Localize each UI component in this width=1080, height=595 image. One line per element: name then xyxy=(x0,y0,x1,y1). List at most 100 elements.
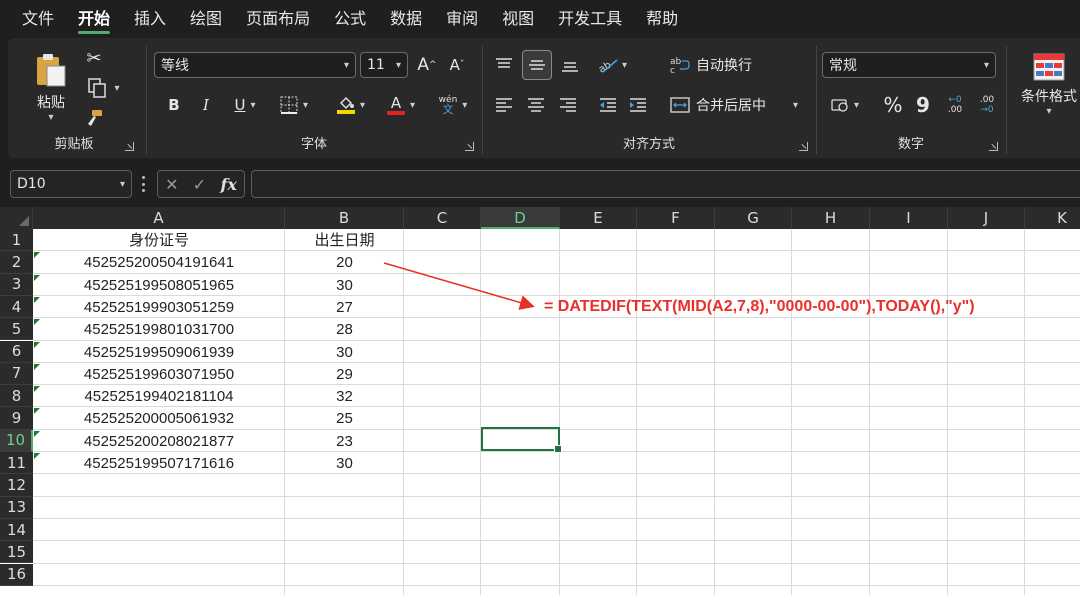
formula-input[interactable] xyxy=(251,170,1080,198)
id-cell[interactable]: 452525199509061939 xyxy=(33,343,285,363)
underline-button[interactable]: U ▾ xyxy=(226,92,264,118)
row-header-5[interactable]: 5 xyxy=(0,318,33,341)
id-cell[interactable]: 452525199603071950 xyxy=(33,365,285,385)
wrap-text-button[interactable]: ab c 自动换行 xyxy=(670,52,760,78)
value-cell[interactable]: 30 xyxy=(285,454,404,474)
row-header-3[interactable]: 3 xyxy=(0,273,33,296)
middle-align-icon[interactable] xyxy=(522,50,552,80)
column-header-j[interactable]: J xyxy=(948,207,1025,229)
id-cell[interactable]: 452525199402181104 xyxy=(33,387,285,407)
row-header-13[interactable]: 13 xyxy=(0,496,33,519)
tab-help[interactable]: 帮助 xyxy=(634,0,690,38)
row-header-10[interactable]: 10 xyxy=(0,429,33,452)
font-launcher-icon[interactable] xyxy=(465,142,474,151)
grow-font-icon[interactable]: A ^ xyxy=(414,52,440,78)
row-header-16[interactable]: 16 xyxy=(0,563,33,586)
column-header-k[interactable]: K xyxy=(1025,207,1080,229)
bottom-align-icon[interactable] xyxy=(558,52,582,78)
value-cell[interactable]: 32 xyxy=(285,387,404,407)
number-launcher-icon[interactable] xyxy=(989,142,998,151)
value-cell[interactable]: 25 xyxy=(285,409,404,429)
value-cell[interactable]: 30 xyxy=(285,276,404,296)
row-header-1[interactable]: 1 xyxy=(0,229,33,252)
row-header-7[interactable]: 7 xyxy=(0,362,33,386)
row-header-12[interactable]: 12 xyxy=(0,474,33,497)
id-cell[interactable]: 452525199508051965 xyxy=(33,276,285,296)
cut-icon[interactable]: ✂ xyxy=(82,46,106,70)
merge-center-button[interactable]: 合并后居中 ▾ xyxy=(670,92,804,118)
error-indicator-icon[interactable] xyxy=(34,296,40,303)
row-header-11[interactable]: 11 xyxy=(0,452,33,475)
id-cell[interactable]: 452525199801031700 xyxy=(33,320,285,340)
number-format-select[interactable]: 常规 ▾ xyxy=(822,52,996,78)
accounting-format-button[interactable]: ▾ xyxy=(824,92,866,118)
error-indicator-icon[interactable] xyxy=(34,274,40,281)
row-header-14[interactable]: 14 xyxy=(0,518,33,542)
increase-indent-icon[interactable] xyxy=(626,92,650,118)
align-right-icon[interactable] xyxy=(556,92,580,118)
cancel-icon[interactable]: ✕ xyxy=(165,175,178,194)
row-header-8[interactable]: 8 xyxy=(0,385,33,408)
shrink-font-icon[interactable]: Aˇ xyxy=(444,52,470,78)
row-header-9[interactable]: 9 xyxy=(0,407,33,430)
id-cell[interactable]: 452525200208021877 xyxy=(33,432,285,452)
value-cell[interactable]: 23 xyxy=(285,432,404,452)
copy-button[interactable]: ▾ xyxy=(80,76,128,100)
tab-page-layout[interactable]: 页面布局 xyxy=(234,0,322,38)
tab-developer[interactable]: 开发工具 xyxy=(546,0,634,38)
column-header-i[interactable]: I xyxy=(870,207,948,229)
error-indicator-icon[interactable] xyxy=(34,319,40,326)
error-indicator-icon[interactable] xyxy=(34,341,40,348)
align-left-icon[interactable] xyxy=(492,92,516,118)
conditional-formatting-button[interactable]: 条件格式 ▾ xyxy=(1014,46,1080,122)
fill-color-button[interactable]: ▾ xyxy=(330,92,372,118)
formula-bar-grip-icon[interactable] xyxy=(141,176,145,192)
column-header-g[interactable]: G xyxy=(715,207,792,229)
phonetic-guide-button[interactable]: wén 文 ▾ xyxy=(432,92,474,118)
top-align-icon[interactable] xyxy=(492,52,516,78)
format-painter-button[interactable] xyxy=(82,106,106,130)
column-header-f[interactable]: F xyxy=(637,207,715,229)
tab-formulas[interactable]: 公式 xyxy=(322,0,378,38)
tab-view[interactable]: 视图 xyxy=(490,0,546,38)
name-box[interactable]: D10 ▾ xyxy=(10,170,132,198)
active-cell-border[interactable] xyxy=(481,427,562,453)
percent-icon[interactable]: % xyxy=(880,92,906,118)
bold-icon[interactable]: B xyxy=(162,92,186,118)
tab-home[interactable]: 开始 xyxy=(66,0,122,38)
row-header-6[interactable]: 6 xyxy=(0,340,33,363)
tab-data[interactable]: 数据 xyxy=(378,0,434,38)
error-indicator-icon[interactable] xyxy=(34,252,40,259)
row-header-2[interactable]: 2 xyxy=(0,251,33,274)
font-color-button[interactable]: A ▾ xyxy=(380,92,422,118)
error-indicator-icon[interactable] xyxy=(34,430,40,437)
error-indicator-icon[interactable] xyxy=(34,363,40,370)
italic-icon[interactable]: I xyxy=(194,92,218,118)
select-all-button[interactable] xyxy=(0,207,33,229)
insert-function-icon[interactable]: fx xyxy=(220,175,236,194)
column-header-d[interactable]: D xyxy=(481,207,560,229)
row-header-4[interactable]: 4 xyxy=(0,295,33,319)
value-cell[interactable]: 30 xyxy=(285,343,404,363)
tab-draw[interactable]: 绘图 xyxy=(178,0,234,38)
header-cell-id[interactable]: 身份证号 xyxy=(33,231,285,251)
value-cell[interactable]: 28 xyxy=(285,320,404,340)
clipboard-launcher-icon[interactable] xyxy=(125,142,134,151)
enter-icon[interactable]: ✓ xyxy=(193,175,206,194)
alignment-launcher-icon[interactable] xyxy=(799,142,808,151)
id-cell[interactable]: 452525200504191641 xyxy=(33,253,285,273)
column-header-c[interactable]: C xyxy=(404,207,481,229)
comma-style-icon[interactable]: 9 xyxy=(912,92,934,118)
orientation-button[interactable]: ab ▾ xyxy=(592,52,632,78)
decrease-decimal-icon[interactable]: .00 →0 xyxy=(974,90,1000,120)
value-cell[interactable]: 20 xyxy=(285,253,404,273)
column-header-b[interactable]: B xyxy=(285,207,404,229)
tab-file[interactable]: 文件 xyxy=(0,0,66,38)
tab-review[interactable]: 审阅 xyxy=(434,0,490,38)
row-header-15[interactable]: 15 xyxy=(0,541,33,564)
value-cell[interactable]: 27 xyxy=(285,298,404,318)
error-indicator-icon[interactable] xyxy=(34,386,40,393)
border-button[interactable]: ▾ xyxy=(274,92,314,118)
increase-decimal-icon[interactable]: ←0.00 xyxy=(942,90,968,120)
id-cell[interactable]: 452525199903051259 xyxy=(33,298,285,318)
